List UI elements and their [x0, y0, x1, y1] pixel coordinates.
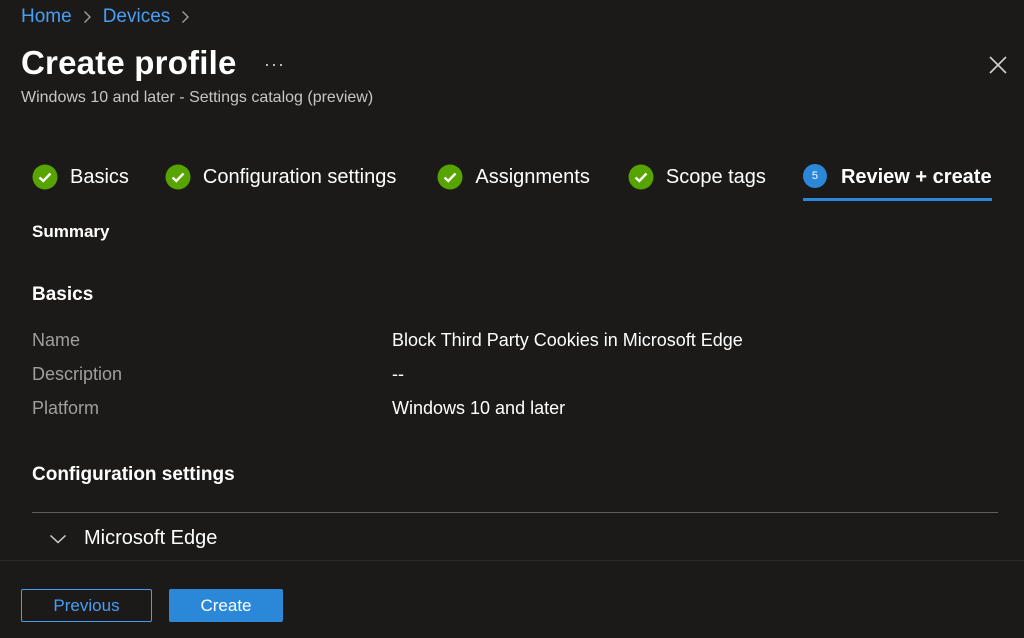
- tab-label: Configuration settings: [202, 165, 397, 188]
- summary-row-description: Description --: [32, 364, 404, 385]
- row-value: --: [392, 364, 404, 384]
- tab-review-create[interactable]: 5 Review + create: [802, 160, 992, 201]
- close-icon[interactable]: [986, 53, 1010, 77]
- page-subtitle: Windows 10 and later - Settings catalog …: [21, 89, 374, 106]
- check-circle-icon: [437, 164, 463, 190]
- tab-label: Basics: [70, 165, 129, 188]
- row-key: Description: [32, 364, 123, 384]
- tab-basics[interactable]: Basics: [32, 160, 129, 194]
- row-key: Platform: [32, 398, 100, 418]
- tab-assignments[interactable]: Assignments: [437, 160, 590, 194]
- create-button[interactable]: Create: [169, 589, 283, 622]
- more-options-button[interactable]: ···: [264, 54, 285, 75]
- breadcrumb-devices-link[interactable]: Devices: [103, 6, 171, 28]
- tab-configuration-settings[interactable]: Configuration settings: [165, 160, 396, 194]
- active-tab-indicator: [802, 198, 992, 201]
- accordion-microsoft-edge[interactable]: Microsoft Edge: [48, 527, 217, 550]
- summary-row-name: Name Block Third Party Cookies in Micros…: [32, 330, 743, 351]
- step-number-icon: 5: [802, 164, 829, 190]
- check-circle-icon: [165, 164, 191, 190]
- divider: [32, 512, 998, 513]
- summary-row-platform: Platform Windows 10 and later: [32, 398, 565, 419]
- check-circle-icon: [628, 164, 654, 190]
- chevron-right-icon: [181, 10, 190, 24]
- breadcrumb: Home Devices: [21, 6, 201, 28]
- wizard-tabs: Basics Configuration settings Assignment…: [32, 160, 992, 204]
- tab-label: Scope tags: [665, 165, 766, 188]
- tab-label: Review + create: [840, 165, 992, 188]
- breadcrumb-home-link[interactable]: Home: [21, 6, 72, 28]
- configuration-settings-heading: Configuration settings: [32, 464, 235, 485]
- tab-label: Assignments: [475, 165, 590, 188]
- tab-scope-tags[interactable]: Scope tags: [628, 160, 766, 194]
- step-number: 5: [802, 164, 827, 188]
- row-value: Block Third Party Cookies in Microsoft E…: [392, 330, 743, 350]
- chevron-down-icon: [48, 529, 68, 549]
- chevron-right-icon: [83, 10, 92, 24]
- page-title: Create profile: [21, 44, 237, 81]
- accordion-label: Microsoft Edge: [84, 527, 218, 549]
- check-circle-icon: [32, 164, 58, 190]
- basics-heading: Basics: [32, 284, 94, 305]
- previous-button[interactable]: Previous: [21, 589, 152, 622]
- row-value: Windows 10 and later: [392, 398, 566, 418]
- footer-bar: [0, 560, 1024, 638]
- summary-heading: Summary: [32, 222, 110, 241]
- row-key: Name: [32, 330, 81, 350]
